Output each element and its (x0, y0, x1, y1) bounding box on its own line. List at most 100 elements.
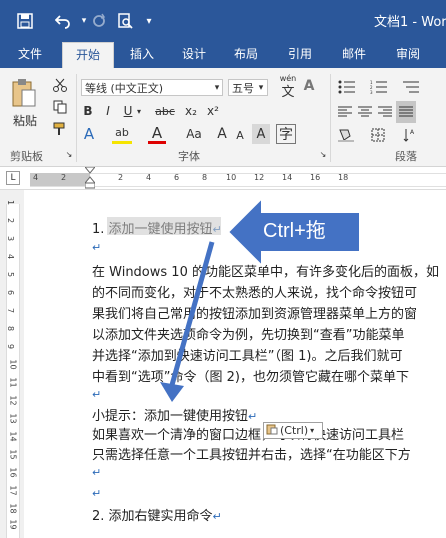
tab-layout[interactable]: 布局 (226, 42, 266, 68)
document-line[interactable]: 果我们将自己常用的按钮添加到资源管理器菜单上方的窗 (92, 303, 417, 322)
shading-icon[interactable] (336, 126, 356, 144)
document-line[interactable]: 并选择“添加到快速访问工具栏”（图 1)。之后我们就可 (92, 345, 402, 364)
multilevel-list-icon[interactable] (400, 78, 422, 96)
ruler-number: 4 (33, 173, 39, 182)
tab-references[interactable]: 引用 (280, 42, 320, 68)
ruler-number: 10 (8, 359, 18, 370)
sort-icon[interactable]: A (400, 126, 420, 144)
document-line[interactable]: ↵ (92, 465, 101, 480)
ruler-margin-area (30, 173, 90, 186)
ruler-number: 13 (8, 413, 18, 424)
document-line[interactable]: 的不同而变化，对于不太熟悉的人来说，找个命令按钮可 (92, 282, 417, 301)
tab-home[interactable]: 开始 (62, 42, 114, 68)
bold-button[interactable]: B (80, 102, 96, 120)
font-launcher-icon[interactable]: ↘ (318, 148, 328, 160)
cut-icon[interactable] (50, 76, 70, 94)
change-case-button[interactable]: Aa (182, 124, 206, 144)
callout-text: Ctrl+拖 (263, 220, 326, 242)
paragraph-group-label: 段落 (395, 150, 417, 163)
enclose-characters-icon[interactable]: 字 (276, 124, 296, 144)
borders-icon[interactable] (368, 126, 388, 144)
separator (76, 74, 77, 162)
ruler-number: 12 (254, 173, 265, 182)
svg-text:A: A (410, 129, 415, 136)
numbering-icon[interactable]: 123 (368, 78, 390, 96)
grow-font-button[interactable]: A (214, 124, 230, 144)
tab-file[interactable]: 文件 (10, 42, 50, 68)
indent-marker-icon[interactable] (84, 167, 96, 189)
font-name-select[interactable]: 等线 (中文正文) (81, 79, 223, 96)
underline-dropdown-icon[interactable]: ▾ (134, 102, 144, 120)
document-line[interactable]: ↵ (92, 387, 101, 402)
align-right-icon[interactable] (376, 102, 394, 122)
separator (330, 74, 331, 162)
clipboard-launcher-icon[interactable]: ↘ (64, 148, 74, 160)
paste-button[interactable]: 粘贴 (10, 112, 40, 128)
paste-options-button[interactable]: (Ctrl) ▾ (263, 422, 323, 439)
ruler-number: 5 (6, 271, 16, 278)
document-line[interactable]: ↵ (92, 240, 101, 255)
ruler-number: 2 (61, 173, 67, 182)
tab-insert[interactable]: 插入 (122, 42, 162, 68)
paste-icon[interactable] (8, 76, 40, 110)
format-painter-icon[interactable] (50, 120, 70, 138)
save-icon[interactable] (14, 10, 36, 32)
copy-icon[interactable] (50, 98, 70, 116)
undo-icon[interactable] (52, 10, 74, 32)
paragraph-mark: ↵ (92, 388, 102, 401)
horizontal-ruler[interactable]: L 4 2 2 4 6 8 10 12 14 16 18 (0, 167, 446, 190)
strikethrough-button[interactable]: abc (152, 102, 178, 120)
document-line[interactable]: 2. 添加右键实用命令↵ (92, 505, 222, 524)
character-border-icon[interactable]: A (300, 76, 318, 96)
document-line[interactable]: 中看到“选项”命令（图 2)，也勿须管它藏在哪个菜单下 (92, 366, 409, 385)
phonetic-guide-icon[interactable]: 文 (276, 82, 300, 100)
ruler-number: 7 (6, 307, 16, 314)
vertical-ruler[interactable]: 1 2 3 4 5 6 7 8 9 10 11 12 13 14 15 16 1… (0, 190, 24, 538)
tab-mailings[interactable]: 邮件 (334, 42, 374, 68)
character-shading-button[interactable]: A (252, 124, 270, 144)
highlight-button[interactable]: ab (112, 124, 132, 144)
ruler-number: 3 (6, 235, 16, 242)
italic-button[interactable]: I (100, 102, 116, 120)
clipboard-icon (266, 423, 278, 438)
document-line[interactable]: ↵ (92, 486, 101, 501)
ruler-number: 14 (282, 173, 293, 182)
paragraph-mark: ↵ (92, 241, 102, 254)
ruler-number: 10 (226, 173, 237, 182)
print-preview-icon[interactable] (114, 10, 136, 32)
align-center-icon[interactable] (356, 102, 374, 122)
clipboard-group-label: 剪贴板 (10, 150, 43, 163)
title-bar: ▾ ▾ 文档1 - Word (0, 0, 446, 42)
document-line[interactable]: 在 Windows 10 的功能区菜单中，有许多变化后的面板，如 (92, 261, 439, 280)
ruler-number: 12 (8, 395, 18, 406)
align-left-icon[interactable] (336, 102, 354, 122)
font-name-dropdown-icon[interactable]: ▾ (212, 79, 222, 96)
ruler-number: 4 (146, 173, 152, 182)
subscript-button[interactable]: x₂ (182, 102, 200, 120)
ruler-number: 17 (8, 485, 18, 496)
tab-review[interactable]: 审阅 (388, 42, 428, 68)
paragraph-mark: ↵ (212, 510, 222, 523)
shrink-font-button[interactable]: A (232, 126, 248, 144)
document-page[interactable] (24, 190, 446, 538)
ruler-number: 1 (6, 199, 16, 206)
document-line[interactable]: 以添加文件夹选项命令为例，先切换到“查看”功能菜单 (92, 324, 404, 343)
font-size-dropdown-icon[interactable]: ▾ (256, 79, 266, 96)
redo-icon[interactable] (88, 10, 110, 32)
document-title: 文档1 - Word (374, 15, 446, 30)
tab-selector-icon[interactable]: L (6, 171, 20, 185)
superscript-button[interactable]: x² (204, 102, 222, 120)
customize-qat-icon[interactable]: ▾ (138, 10, 160, 32)
ruler-number: 14 (8, 431, 18, 442)
bullets-icon[interactable] (336, 78, 358, 96)
ruler-number: 11 (8, 377, 18, 388)
document-line[interactable]: 1. 添加一键使用按钮↵ (92, 218, 222, 237)
font-color-button[interactable]: A (148, 124, 166, 144)
tab-design[interactable]: 设计 (174, 42, 214, 68)
text-effects-button[interactable]: A (80, 124, 98, 144)
ruler-number: 19 (8, 519, 18, 530)
document-line[interactable]: 只需选择任意一个工具按钮并右击，选择“在功能区下方 (92, 444, 411, 463)
justify-icon[interactable] (396, 101, 416, 123)
document-line[interactable]: 小提示：添加一键使用按钮↵ (92, 405, 257, 424)
document-line[interactable]: 如果喜欢一个清净的窗口边框，可以将快速访问工具栏 (92, 424, 404, 443)
